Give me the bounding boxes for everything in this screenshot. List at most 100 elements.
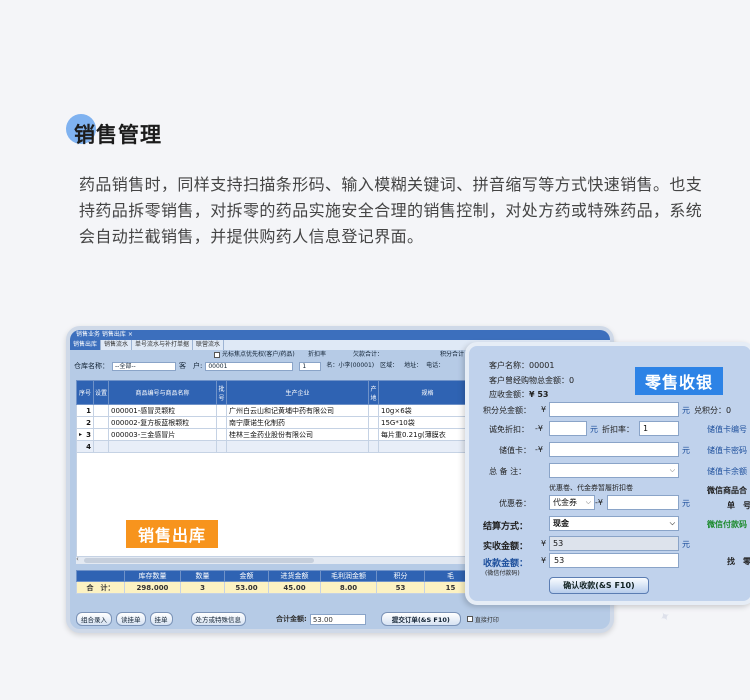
points-label: 积分兑金额： — [483, 406, 531, 415]
sum-col-amount: 金额 — [224, 570, 269, 582]
coupon-select[interactable]: 代金券 ⌵ — [549, 495, 595, 510]
actual-unit: 元 — [682, 540, 690, 549]
discount-label: 诚免折扣： — [489, 425, 529, 434]
item-cell[interactable]: 000001-感冒灵颗粒 — [108, 404, 217, 417]
stored-card-bal-label: 储值卡余额 — [707, 467, 747, 476]
stored-card-pwd-label: 储值卡密码 — [707, 446, 747, 455]
tab-sales-out[interactable]: 销售出库 — [70, 340, 102, 350]
stored-card-prefix: -¥ — [535, 445, 543, 454]
spec-cell: 每片重0.21g(薄膜衣 — [378, 428, 477, 441]
chevron-down-icon: ⌵ — [585, 498, 591, 506]
quantity-input[interactable]: 1 — [299, 361, 322, 371]
tab-joint-flow[interactable]: 联营流水 — [193, 340, 225, 350]
col-spec: 规格 — [378, 380, 477, 405]
total-purchase-row: 客户曾经购物总金额：0 — [489, 376, 575, 385]
focus-priority-checkbox[interactable] — [214, 351, 220, 358]
pos-checkout-panel: 零售收银 客户名称：00001 客户曾经购物总金额：0 应收金额：¥ 53 积分… — [465, 342, 750, 605]
col-seq: 序号 — [76, 380, 94, 405]
actual-label: 实收金额： — [483, 542, 529, 552]
table-row[interactable]: 4 — [76, 440, 477, 453]
prescription-info-button[interactable]: 处方或特殊信息 — [190, 612, 246, 626]
table-row[interactable]: 1 000001-感冒灵颗粒 广州白云山和记黄埔中药有限公司 10g×6袋 — [76, 404, 477, 417]
actual-prefix: ¥ — [541, 539, 547, 548]
section-description: 药品销售时，同样支持扫描条形码、输入模糊关键词、拼音缩写等方式快速销售。也支持药… — [79, 175, 703, 246]
points-total-label: 积分合计 — [440, 351, 465, 358]
stored-card-input[interactable] — [549, 442, 679, 457]
table-row[interactable]: 2 000002-复方板蓝根颗粒 南宁康诺生化制药 15G*10袋 — [76, 416, 477, 429]
stored-card-unit: 元 — [682, 446, 690, 455]
customer-input[interactable]: 00001 — [205, 361, 294, 371]
warehouse-label: 仓库名称： — [74, 362, 109, 370]
scroll-thumb[interactable] — [84, 558, 314, 563]
direct-print-checkbox[interactable] — [466, 616, 473, 622]
customer-name-label: 名：小李(00001) — [326, 362, 375, 369]
window-top-tab[interactable]: 销售业务 销售出库 × — [70, 330, 610, 340]
combo-entry-button[interactable]: 组合录入 — [76, 612, 112, 626]
collect-amount-input[interactable]: 53 — [549, 553, 679, 568]
product-grid: 序号 设置 商品编号与商品名称 批号 生产企业 产地 规格 1 000001-感… — [76, 380, 477, 453]
coupon-prefix: -¥ — [595, 498, 603, 507]
maker-cell: 广州白云山和记黄埔中药有限公司 — [226, 404, 369, 417]
col-item: 商品编号与商品名称 — [108, 380, 217, 405]
item-cell[interactable]: 000002-复方板蓝根颗粒 — [108, 416, 217, 429]
row-number: ▸ 3 — [76, 428, 94, 441]
customer-name-row: 客户名称：00001 — [489, 361, 555, 370]
address-label: 地址： — [404, 362, 423, 369]
confirm-payment-button[interactable]: 确认收款(&S F10) — [549, 577, 649, 594]
sum-col-qty: 数量 — [180, 570, 225, 582]
discount-rate-input[interactable]: 1 — [639, 421, 679, 436]
area-label: 区域： — [380, 362, 399, 369]
sum-col-points: 积分 — [376, 570, 425, 582]
current-row-marker: ▸ — [79, 430, 83, 438]
direct-print-label: 直接打印 — [474, 616, 499, 624]
maker-cell — [226, 440, 369, 453]
settle-select[interactable]: 现金 ⌵ — [549, 516, 679, 531]
item-cell[interactable] — [108, 440, 217, 453]
sum-col-stock: 库存数量 — [124, 570, 181, 582]
warehouse-select[interactable]: --全部-- — [112, 361, 176, 371]
points-input[interactable] — [549, 402, 679, 417]
total-amount-label: 合计金额: — [276, 615, 307, 623]
arrears-label: 欠款合计： — [353, 351, 384, 358]
col-setting: 设置 — [93, 380, 109, 405]
hold-order-button[interactable]: 挂单 — [149, 612, 173, 626]
note-select[interactable]: ⌵ — [549, 463, 679, 478]
discount-rate-label: 折扣率： — [602, 425, 634, 434]
sales-out-stamp: 销售出库 — [126, 520, 219, 548]
discount-input[interactable] — [549, 421, 587, 436]
section-title: 销售管理 — [74, 123, 162, 147]
table-row[interactable]: ▸ 3 000003-三金感冒片 桂林三金药业股份有限公司 每片重0.21g(薄膜… — [76, 428, 477, 441]
focus-priority-option[interactable]: 光标焦点优先权(客户/药品) — [212, 350, 295, 360]
spec-cell: 15G*10袋 — [378, 416, 477, 429]
collect-prefix: ¥ — [541, 556, 547, 565]
row-number: 1 — [76, 404, 94, 417]
points-exchange: 兑积分：0 — [694, 406, 732, 415]
maker-cell: 桂林三金药业股份有限公司 — [226, 428, 369, 441]
col-origin: 产地 — [368, 380, 379, 405]
submit-order-button[interactable]: 提交订单(&S F10) — [380, 612, 461, 626]
settle-label: 结算方式： — [483, 522, 529, 532]
points-unit: 元 — [682, 406, 690, 415]
scroll-left-icon[interactable]: ‹ — [76, 555, 79, 563]
collect-sub-label: (微信付款码) — [485, 570, 520, 577]
stored-card-label: 储值卡： — [499, 446, 531, 455]
row-number: 4 — [76, 440, 94, 453]
phone-label: 电话： — [426, 362, 445, 369]
chevron-down-icon: ⌵ — [669, 519, 675, 527]
stored-card-no-label: 储值卡编号 — [707, 425, 747, 434]
customer-label: 客 户: — [179, 362, 203, 370]
discount-prefix: -¥ — [535, 424, 543, 433]
tab-order-flow[interactable]: 单号流水与补打单据 — [132, 340, 194, 350]
coupon-amount-input[interactable] — [607, 495, 679, 510]
note-label: 总 备 注： — [489, 467, 527, 476]
tab-sales-flow[interactable]: 销售流水 — [101, 340, 133, 350]
wechat-order-sub: 单 号 — [727, 501, 750, 510]
change-label: 找 零 — [727, 557, 750, 566]
summary-row: 合 计： 298.000 3 53.00 45.00 8.00 53 15 — [76, 581, 477, 594]
horizontal-scrollbar[interactable]: ‹ — [76, 555, 476, 564]
read-held-order-button[interactable]: 读挂单 — [116, 612, 146, 626]
coupon-label: 优惠卷： — [499, 499, 531, 508]
pos-stamp: 零售收银 — [635, 367, 724, 395]
sum-col-profit: 毛利润金额 — [320, 570, 377, 582]
item-cell[interactable]: 000003-三金感冒片 — [108, 428, 217, 441]
